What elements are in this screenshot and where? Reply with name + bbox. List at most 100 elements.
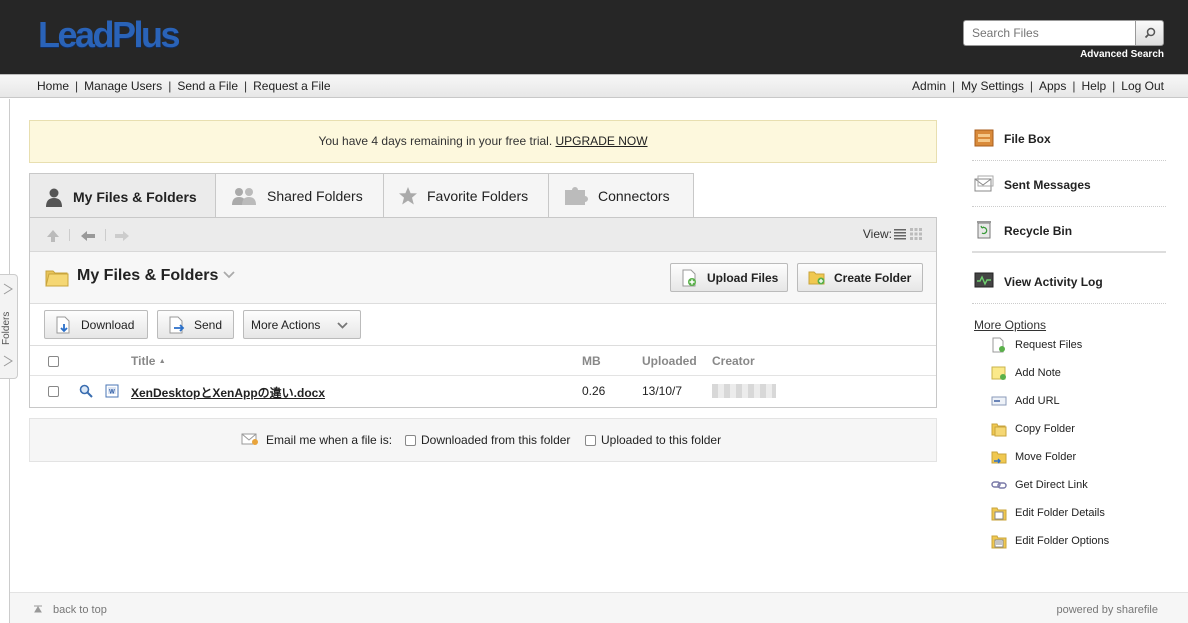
advanced-search-link[interactable]: Advanced Search — [1080, 49, 1164, 60]
back-to-top-link[interactable]: back to top — [53, 604, 107, 616]
send-icon — [169, 316, 185, 334]
nav-log-out[interactable]: Log Out — [1121, 79, 1164, 93]
search-icon — [1144, 27, 1155, 39]
downloaded-checkbox[interactable] — [405, 435, 416, 446]
nav-request-file[interactable]: Request a File — [253, 79, 330, 93]
arrow-up-icon — [3, 283, 13, 295]
upload-files-button[interactable]: Upload Files — [670, 263, 788, 292]
navigation-toolbar: View: — [30, 218, 936, 252]
sidebar-item-label: Sent Messages — [1004, 178, 1091, 192]
upload-file-icon — [682, 269, 696, 287]
edit-folder-icon — [991, 507, 1007, 521]
option-label: Move Folder — [1015, 451, 1077, 463]
column-mb[interactable]: MB — [582, 354, 601, 368]
column-uploaded[interactable]: Uploaded — [642, 354, 697, 368]
email-icon — [241, 433, 258, 445]
more-actions-dropdown[interactable]: More Actions — [243, 310, 361, 339]
create-folder-button[interactable]: Create Folder — [797, 263, 923, 292]
nav-separator: | — [168, 79, 172, 93]
create-folder-label: Create Folder — [834, 270, 912, 285]
people-icon — [232, 187, 256, 205]
edit-folder-options-icon — [991, 535, 1007, 549]
column-title[interactable]: Title ▲ — [131, 354, 166, 368]
option-label: Get Direct Link — [1015, 479, 1088, 491]
header-bar: LeadPlus Advanced Search — [0, 0, 1188, 74]
more-options-link[interactable]: More Options — [974, 318, 1046, 332]
file-name-link[interactable]: XenDesktopとXenAppの違い.docx — [131, 384, 325, 401]
up-folder-icon[interactable] — [46, 229, 60, 243]
send-label: Send — [194, 317, 223, 332]
chevron-down-icon[interactable] — [223, 271, 235, 279]
logo[interactable]: LeadPlus — [38, 14, 181, 56]
arrow-down-icon — [3, 355, 13, 367]
download-icon — [56, 316, 70, 334]
link-icon — [991, 481, 1007, 489]
folders-rail-label: Folders — [1, 311, 12, 345]
nav-manage-users[interactable]: Manage Users — [84, 79, 162, 93]
tab-connectors[interactable]: Connectors — [548, 173, 694, 218]
nav-my-settings[interactable]: My Settings — [961, 79, 1024, 93]
sidebar-item-activity-log[interactable]: View Activity Log — [972, 258, 1166, 304]
sort-asc-icon: ▲ — [158, 358, 166, 365]
powered-by: powered by sharefile — [1056, 604, 1158, 616]
sidebar-item-label: File Box — [1004, 132, 1051, 146]
sidebar-item-recycle-bin[interactable]: Recycle Bin — [972, 207, 1166, 253]
toolbar-divider — [105, 229, 106, 241]
row-checkbox[interactable] — [48, 386, 59, 397]
option-label: Add Note — [1015, 367, 1061, 379]
send-button[interactable]: Send — [157, 310, 234, 339]
nav-separator: | — [1072, 79, 1076, 93]
footer: back to top powered by sharefile — [10, 592, 1188, 623]
uploaded-label: Uploaded to this folder — [601, 433, 722, 447]
forward-arrow-icon[interactable] — [114, 230, 130, 242]
download-button[interactable]: Download — [44, 310, 148, 339]
grid-view-icon[interactable] — [910, 228, 922, 240]
option-label: Edit Folder Details — [1015, 507, 1105, 519]
file-box-icon — [974, 129, 994, 147]
new-folder-icon — [808, 271, 825, 285]
select-all-checkbox[interactable] — [48, 356, 59, 367]
sidebar-item-file-box[interactable]: File Box — [972, 115, 1166, 161]
sent-messages-icon — [974, 175, 994, 192]
back-arrow-icon[interactable] — [80, 230, 96, 242]
nav-apps[interactable]: Apps — [1039, 79, 1066, 93]
recycle-bin-icon — [977, 221, 991, 239]
search-input[interactable] — [963, 20, 1137, 46]
nav-left: Home | Manage Users | Send a File | Request a … — [37, 79, 331, 93]
list-view-icon[interactable] — [894, 228, 906, 240]
folder-header: My Files & Folders Upload Files Create F… — [30, 252, 936, 304]
tab-label: Shared Folders — [267, 187, 363, 204]
uploaded-checkbox[interactable] — [585, 435, 596, 446]
more-actions-label: More Actions — [251, 317, 321, 332]
tab-favorite-folders[interactable]: Favorite Folders — [383, 173, 549, 218]
folder-title: My Files & Folders — [77, 267, 219, 284]
upgrade-link[interactable]: UPGRADE NOW — [556, 134, 648, 148]
search-button[interactable] — [1135, 20, 1164, 46]
column-title-label: Title — [131, 354, 156, 368]
folders-rail-tab[interactable]: Folders — [0, 274, 18, 379]
trial-message: You have 4 days remaining in your free t… — [318, 134, 553, 148]
file-panel: View: My Files & Folders Upload Files Cr… — [29, 217, 937, 408]
downloaded-label: Downloaded from this folder — [421, 433, 571, 447]
trial-banner: You have 4 days remaining in your free t… — [29, 120, 937, 163]
upload-files-label: Upload Files — [707, 270, 779, 285]
option-label: Edit Folder Options — [1015, 535, 1110, 547]
sidebar-item-label: View Activity Log — [1004, 275, 1103, 289]
nav-help[interactable]: Help — [1081, 79, 1106, 93]
file-size: 0.26 — [582, 384, 606, 398]
magnifier-icon[interactable] — [79, 384, 93, 398]
tab-shared-folders[interactable]: Shared Folders — [215, 173, 384, 218]
url-icon — [991, 396, 1007, 406]
table-row[interactable]: W XenDesktopとXenAppの違い.docx 0.26 13/10/7 — [30, 376, 936, 407]
nav-send-file[interactable]: Send a File — [177, 79, 238, 93]
nav-right: Admin | My Settings | Apps | Help | Log Out — [912, 79, 1164, 93]
nav-home[interactable]: Home — [37, 79, 69, 93]
nav-admin[interactable]: Admin — [912, 79, 946, 93]
sidebar-item-sent-messages[interactable]: Sent Messages — [972, 161, 1166, 207]
folders-rail: Folders — [0, 99, 18, 623]
email-notification-bar: Email me when a file is: Downloaded from… — [29, 418, 937, 462]
tab-my-files[interactable]: My Files & Folders — [29, 173, 216, 219]
column-creator[interactable]: Creator — [712, 354, 755, 368]
view-label: View: — [862, 227, 892, 241]
move-folder-icon — [991, 451, 1007, 464]
